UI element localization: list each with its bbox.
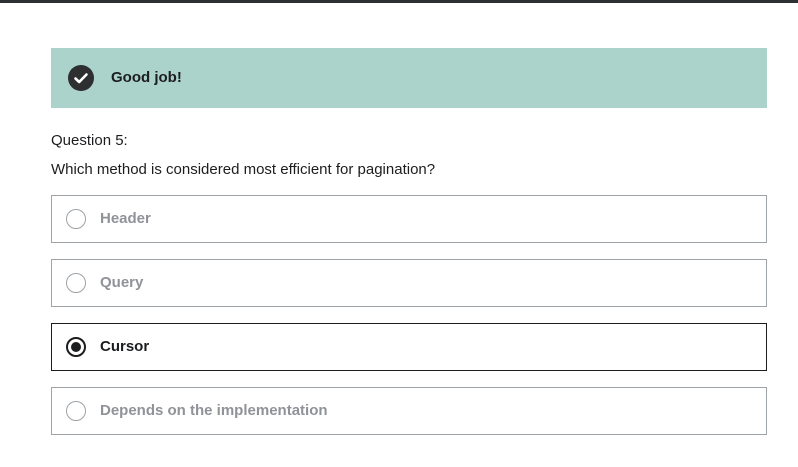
check-circle-icon [68, 65, 94, 91]
answer-label: Query [100, 274, 144, 291]
question-number: Question 5: [51, 132, 128, 149]
feedback-banner: Good job! [51, 48, 767, 108]
radio-button-selected-icon[interactable] [66, 337, 86, 357]
radio-button-icon[interactable] [66, 273, 86, 293]
radio-button-icon[interactable] [66, 401, 86, 421]
question-prompt: Which method is considered most efficien… [51, 161, 436, 178]
answer-option-query[interactable]: Query [51, 259, 767, 307]
radio-button-icon[interactable] [66, 209, 86, 229]
top-divider [0, 0, 798, 3]
answer-option-cursor[interactable]: Cursor [51, 323, 767, 371]
answer-label: Header [100, 210, 151, 227]
answer-list: Header Query Cursor Depends on the imple… [51, 195, 767, 451]
feedback-message: Good job! [111, 69, 182, 86]
answer-label: Depends on the implementation [100, 402, 328, 419]
answer-label: Cursor [100, 338, 150, 355]
answer-option-depends[interactable]: Depends on the implementation [51, 387, 767, 435]
answer-option-header[interactable]: Header [51, 195, 767, 243]
